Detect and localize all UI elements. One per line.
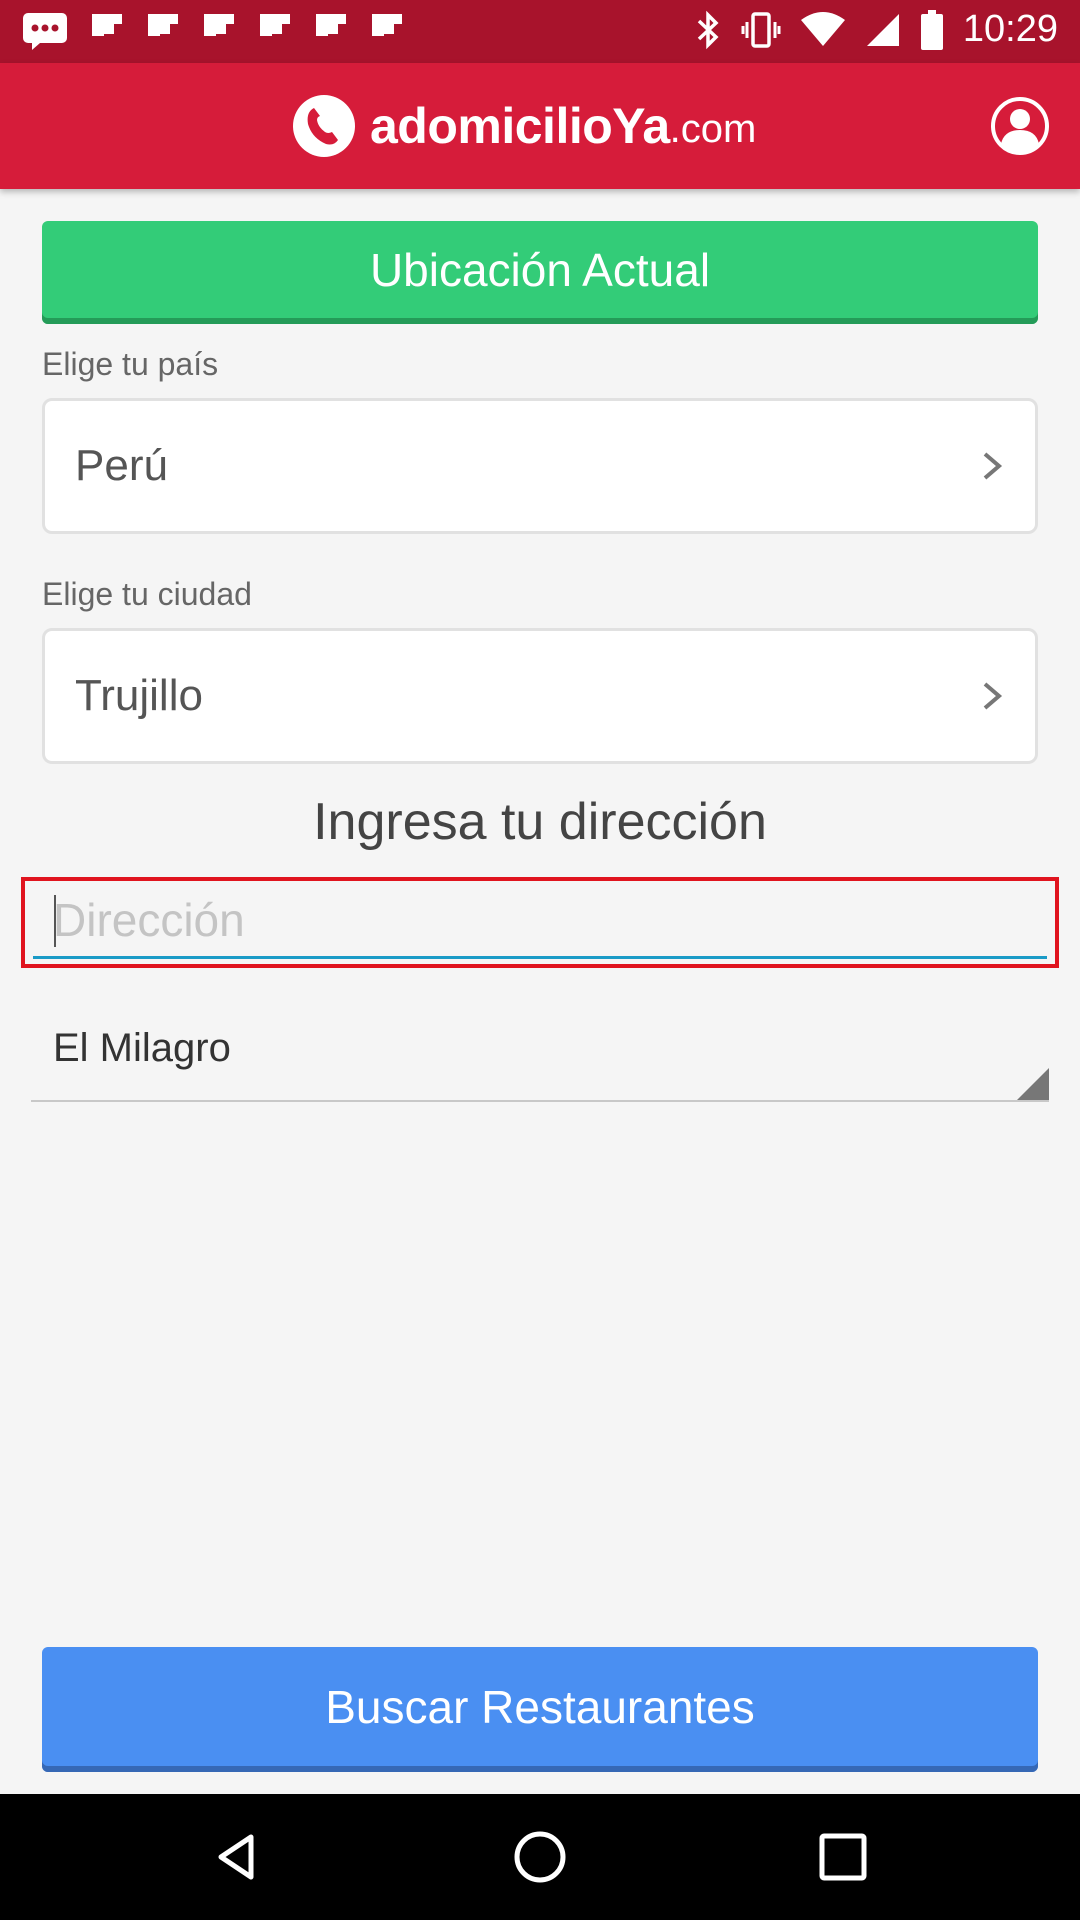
system-icons: 10:29: [695, 8, 1058, 51]
battery-icon: [920, 9, 943, 50]
city-label: Elige tu ciudad: [42, 576, 252, 612]
flipboard-icon: [204, 14, 234, 36]
district-dropdown[interactable]: El Milagro: [31, 1010, 1049, 1102]
flipboard-icon: [148, 14, 178, 36]
brand-logo: adomicilioYa .com: [292, 93, 756, 159]
flipboard-icon: [92, 14, 122, 36]
district-value: El Milagro: [53, 1026, 231, 1070]
country-select[interactable]: Perú: [42, 398, 1038, 534]
message-icon: [23, 13, 67, 50]
logo-name: adomicilioYa: [370, 98, 670, 154]
dropdown-corner-icon: [1017, 1068, 1049, 1100]
chevron-right-icon: [983, 452, 1003, 480]
status-time: 10:29: [962, 8, 1058, 50]
text-cursor: [54, 895, 56, 947]
wifi-icon: [800, 11, 845, 46]
navigation-bar: [0, 1794, 1080, 1920]
notification-icons: [22, 12, 404, 50]
signal-icon: [866, 13, 899, 46]
back-triangle-icon[interactable]: [207, 1827, 267, 1887]
home-circle-icon[interactable]: [510, 1827, 570, 1887]
flipboard-icon: [372, 14, 402, 36]
status-bar: 10:29: [0, 0, 1080, 63]
bluetooth-icon: [697, 10, 719, 49]
logo-tld: .com: [669, 106, 757, 151]
phone-logo-icon: [293, 95, 355, 157]
address-highlight: [21, 877, 1059, 968]
address-input[interactable]: [33, 887, 1047, 959]
app-header: adomicilioYa .com: [0, 63, 1080, 189]
current-location-button[interactable]: Ubicación Actual: [42, 221, 1038, 324]
vibrate-icon: [741, 11, 781, 48]
country-label: Elige tu país: [42, 346, 219, 382]
city-value: Trujillo: [75, 671, 203, 720]
user-circle-icon[interactable]: [990, 96, 1050, 156]
search-restaurants-button[interactable]: Buscar Restaurantes: [42, 1647, 1038, 1772]
country-value: Perú: [75, 441, 168, 490]
flipboard-icon: [316, 14, 346, 36]
chevron-right-icon: [983, 682, 1003, 710]
city-select[interactable]: Trujillo: [42, 628, 1038, 764]
flipboard-icon: [260, 14, 290, 36]
recents-square-icon[interactable]: [813, 1827, 873, 1887]
address-title: Ingresa tu dirección: [313, 793, 767, 851]
